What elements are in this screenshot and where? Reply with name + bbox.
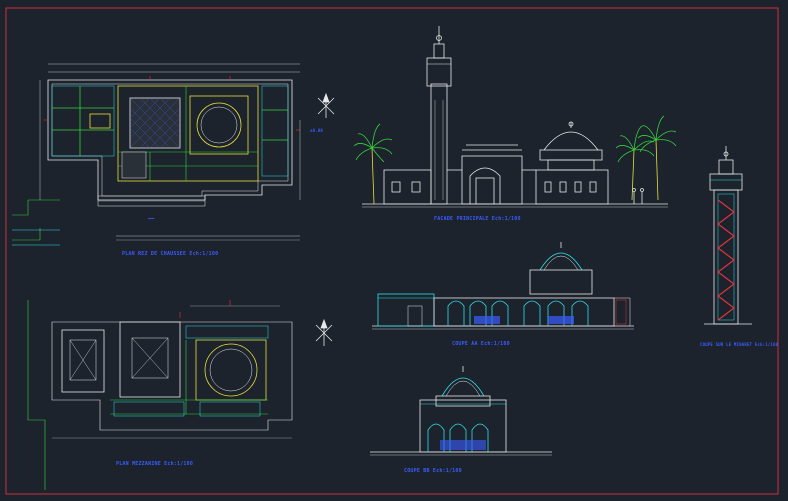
section-minaret-label: COUPE SUR LE MINARET Ech:1/100 — [700, 342, 779, 347]
north-arrow-icon — [315, 318, 333, 346]
facade — [362, 26, 668, 208]
plan-ground: ±0.00 ━━ — [39, 63, 323, 241]
cad-drawing: ±0.00 ━━ PLAN REZ DE CHAUSSEE Ech:1/100 — [5, 7, 779, 495]
palm-tree-icon — [637, 115, 677, 201]
palm-tree-icon — [353, 123, 393, 205]
plan-upper — [51, 300, 293, 439]
site-boundary — [12, 199, 60, 490]
section-bb-label: COUPE BB Ech:1/100 — [404, 468, 462, 474]
svg-text:━━: ━━ — [147, 216, 155, 222]
facade-label: FACADE PRINCIPALE Ech:1/100 — [434, 216, 521, 222]
svg-text:±0.00: ±0.00 — [310, 128, 323, 133]
plan-ground-label: PLAN REZ DE CHAUSSEE Ech:1/100 — [122, 251, 218, 257]
plan-upper-label: PLAN MEZZANINE Ech:1/100 — [116, 461, 193, 467]
section-minaret — [704, 146, 752, 325]
section-aa-label: COUPE AA Ech:1/100 — [452, 341, 510, 347]
section-bb — [370, 366, 552, 456]
section-aa — [372, 242, 634, 330]
north-arrow-icon — [317, 92, 335, 118]
